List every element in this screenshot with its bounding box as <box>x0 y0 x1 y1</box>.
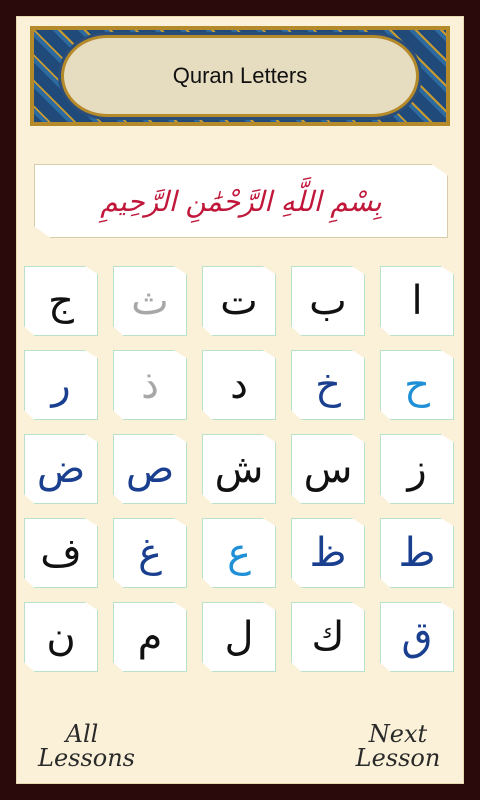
letter-tile[interactable]: ك <box>291 602 365 672</box>
letter-glyph: ض <box>36 446 86 492</box>
letter-tile[interactable]: ب <box>291 266 365 336</box>
letter-glyph: د <box>230 362 248 408</box>
letter-tile[interactable]: ت <box>202 266 276 336</box>
letter-tile[interactable]: ث <box>113 266 187 336</box>
letter-glyph: ش <box>214 446 264 492</box>
letter-tile[interactable]: ل <box>202 602 276 672</box>
header-banner: Quran Letters <box>30 26 450 126</box>
letter-glyph: ر <box>51 362 71 408</box>
letter-tile[interactable]: ن <box>24 602 98 672</box>
letter-tile[interactable]: م <box>113 602 187 672</box>
letter-glyph: ع <box>227 530 251 576</box>
letter-glyph: ك <box>311 614 345 660</box>
all-lessons-button[interactable]: All Lessons <box>38 720 135 772</box>
letter-glyph: ظ <box>309 530 347 576</box>
letter-glyph: ن <box>46 614 76 660</box>
letter-tile[interactable]: ض <box>24 434 98 504</box>
letter-glyph: ا <box>411 278 423 324</box>
letter-glyph: س <box>303 446 353 492</box>
letter-glyph: ط <box>398 530 436 576</box>
letter-tile[interactable]: ظ <box>291 518 365 588</box>
page-title: Quran Letters <box>172 63 308 88</box>
letter-glyph: ح <box>404 362 430 408</box>
letter-glyph: ذ <box>141 362 159 408</box>
letter-tile[interactable]: خ <box>291 350 365 420</box>
letter-glyph: ق <box>401 614 433 660</box>
all-lessons-label-line1: All <box>65 720 99 748</box>
letter-tile[interactable]: د <box>202 350 276 420</box>
letter-glyph: ص <box>125 446 175 492</box>
letter-tile[interactable]: غ <box>113 518 187 588</box>
letter-glyph: خ <box>315 362 341 408</box>
letter-glyph: ث <box>131 278 169 324</box>
letter-tile[interactable]: ا <box>380 266 454 336</box>
letter-tile[interactable]: س <box>291 434 365 504</box>
letter-glyph: ج <box>48 278 74 324</box>
letter-tile[interactable]: ز <box>380 434 454 504</box>
letter-glyph: ف <box>40 530 82 576</box>
letter-glyph: ت <box>220 278 258 324</box>
letter-glyph: م <box>137 614 163 660</box>
letter-glyph: غ <box>138 530 162 576</box>
letter-glyph: ز <box>407 446 427 492</box>
letter-tile[interactable]: ذ <box>113 350 187 420</box>
letter-tile[interactable]: ع <box>202 518 276 588</box>
header-title-plate: Quran Letters <box>64 38 416 114</box>
next-lesson-button[interactable]: Next Lesson <box>354 722 442 770</box>
letter-tile[interactable]: ط <box>380 518 454 588</box>
next-lesson-label-line1: Next <box>368 720 428 748</box>
letter-tile[interactable]: ق <box>380 602 454 672</box>
letters-grid: ج ث ت ب ا ر ذ د خ ح ضصشس ز ف غ ع ظ ط ن م ل ك ق <box>24 266 456 672</box>
letter-tile[interactable]: ص <box>113 434 187 504</box>
letter-glyph: ل <box>224 614 254 660</box>
letter-tile[interactable]: ح <box>380 350 454 420</box>
bismillah-text: بِسْمِ اللَّهِ الرَّحْمَٰنِ الرَّحِيمِ <box>100 184 382 218</box>
letter-tile[interactable]: ش <box>202 434 276 504</box>
bismillah-banner: بِسْمِ اللَّهِ الرَّحْمَٰنِ الرَّحِيمِ <box>34 164 448 238</box>
letter-tile[interactable]: ر <box>24 350 98 420</box>
all-lessons-label-line2: Lessons <box>38 744 135 772</box>
letter-tile[interactable]: ج <box>24 266 98 336</box>
letter-glyph: ب <box>309 278 347 324</box>
letter-tile[interactable]: ف <box>24 518 98 588</box>
app-frame: Quran Letters بِسْمِ اللَّهِ الرَّحْمَٰن… <box>16 16 464 784</box>
next-lesson-label-line2: Lesson <box>355 744 441 772</box>
